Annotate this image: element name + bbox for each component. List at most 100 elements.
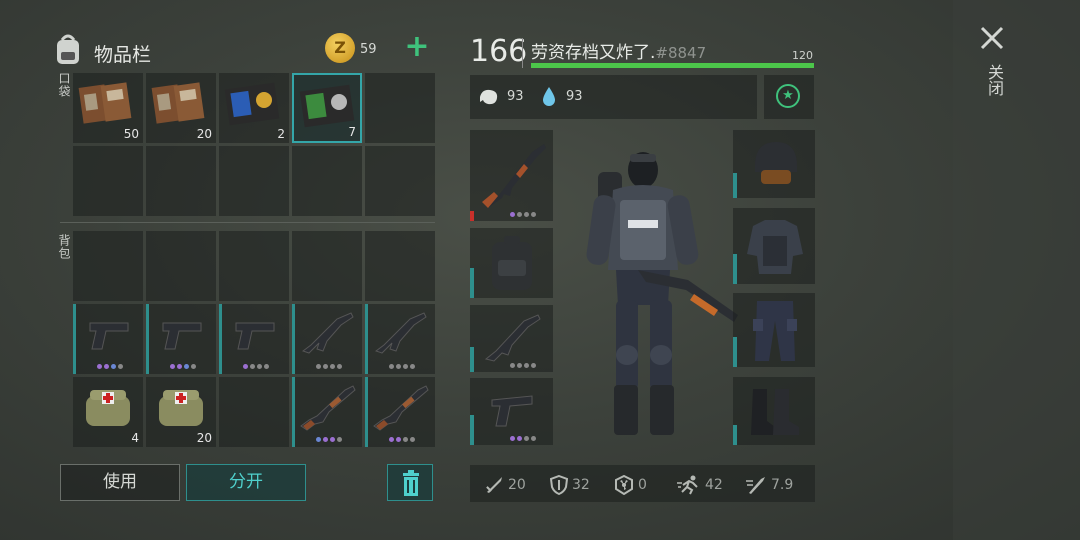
radiation-icon bbox=[615, 475, 633, 495]
medkit-bag-icon bbox=[159, 390, 203, 426]
assault-rifle-icon bbox=[301, 312, 354, 354]
pocket-slot-empty[interactable] bbox=[292, 146, 362, 216]
xp-max: 120 bbox=[792, 49, 813, 62]
coin-icon: Z bbox=[325, 33, 355, 63]
shotgun-icon bbox=[300, 385, 356, 431]
weight-value: 7.9 bbox=[771, 477, 794, 493]
add-coins-button[interactable]: + bbox=[402, 32, 432, 63]
mod-dots bbox=[316, 437, 342, 442]
durability-bar bbox=[470, 211, 474, 221]
backpack-slot-rifle[interactable] bbox=[292, 304, 362, 374]
pistol-icon bbox=[235, 322, 275, 350]
item-count: 50 bbox=[123, 127, 139, 141]
durability-bar bbox=[146, 304, 149, 374]
backpack-gear-icon bbox=[492, 236, 532, 290]
durability-bar bbox=[73, 304, 76, 374]
pocket-slot-empty[interactable] bbox=[365, 146, 435, 216]
pocket-slot-document-2[interactable]: 20 bbox=[146, 73, 216, 143]
weapon-slot-sidearm[interactable] bbox=[470, 378, 553, 445]
mod-dots bbox=[510, 212, 536, 217]
mod-dots bbox=[243, 364, 269, 369]
divider bbox=[60, 222, 435, 223]
trash-icon bbox=[403, 470, 419, 496]
split-button[interactable]: 分开 bbox=[186, 464, 306, 501]
shield-icon bbox=[550, 475, 568, 495]
backpack-slot-empty[interactable] bbox=[365, 231, 435, 301]
mod-dots bbox=[510, 363, 536, 368]
backpack-equip-slot[interactable] bbox=[470, 228, 553, 298]
mod-dots bbox=[510, 436, 536, 441]
backpack-slot-empty[interactable] bbox=[292, 231, 362, 301]
durability-bar bbox=[470, 268, 474, 298]
sword-icon bbox=[486, 477, 502, 493]
helmet-slot[interactable] bbox=[733, 130, 815, 198]
item-count: 4 bbox=[131, 431, 139, 445]
weight-icon bbox=[746, 477, 765, 494]
backpack-slot-shotgun[interactable] bbox=[292, 377, 362, 447]
thirst-value: 93 bbox=[566, 89, 583, 104]
speed-value: 42 bbox=[705, 477, 723, 493]
favorite-button[interactable]: ★ bbox=[764, 75, 814, 119]
mod-dots bbox=[389, 437, 415, 442]
backpack-slot-pistol[interactable] bbox=[146, 304, 216, 374]
body-armor-slot[interactable] bbox=[733, 208, 815, 284]
thirst-icon bbox=[541, 86, 557, 108]
backpack-slot-shotgun[interactable] bbox=[365, 377, 435, 447]
backpack-slot-rifle[interactable] bbox=[365, 304, 435, 374]
weapon-slot-secondary[interactable] bbox=[470, 305, 553, 372]
pants-slot[interactable] bbox=[733, 293, 815, 367]
level-divider bbox=[522, 38, 523, 68]
body-armor-icon bbox=[747, 220, 803, 274]
star-icon: ★ bbox=[776, 84, 800, 108]
weapon-slot-primary[interactable] bbox=[470, 130, 553, 221]
document-folder-icon bbox=[151, 82, 205, 124]
player-level: 166 bbox=[470, 34, 528, 69]
police-badge-wallet-icon bbox=[224, 82, 280, 126]
medkit-bag-icon bbox=[86, 390, 130, 426]
close-button[interactable]: 关闭 bbox=[972, 20, 1012, 120]
split-button-label: 分开 bbox=[229, 472, 263, 492]
player-name: 劳资存档又炸了.#8847 bbox=[531, 38, 706, 63]
backpack-slot-empty[interactable] bbox=[219, 377, 289, 447]
durability-bar bbox=[365, 304, 368, 374]
helmet-icon bbox=[755, 142, 797, 184]
use-button-label: 使用 bbox=[103, 472, 137, 492]
durability-bar bbox=[365, 377, 368, 447]
pocket-slot-badge-blue[interactable]: 2 bbox=[219, 73, 289, 143]
radiation-value: 0 bbox=[638, 477, 647, 493]
boots-slot[interactable] bbox=[733, 377, 815, 445]
defense-stat: 32 bbox=[550, 475, 590, 495]
close-label: 关闭 bbox=[985, 64, 1004, 96]
durability-bar bbox=[733, 173, 737, 198]
use-button[interactable]: 使用 bbox=[60, 464, 180, 501]
pistol-icon bbox=[162, 322, 202, 350]
backpack-slot-empty[interactable] bbox=[219, 231, 289, 301]
mod-dots bbox=[389, 364, 415, 369]
pocket-slot-empty[interactable] bbox=[219, 146, 289, 216]
pants-icon bbox=[753, 301, 797, 361]
speed-stat: 42 bbox=[677, 475, 723, 495]
backpack-slot-pistol[interactable] bbox=[219, 304, 289, 374]
backpack-slot-medkit[interactable]: 20 bbox=[146, 377, 216, 447]
player-name-text: 劳资存档又炸了. bbox=[531, 43, 656, 63]
pocket-slot-empty[interactable] bbox=[73, 146, 143, 216]
trash-button[interactable] bbox=[387, 464, 433, 501]
assault-rifle-icon bbox=[374, 312, 427, 354]
pocket-slot-badge-green[interactable]: 7 bbox=[292, 73, 362, 143]
police-badge-wallet-icon bbox=[299, 84, 355, 128]
pistol-icon bbox=[89, 322, 129, 350]
player-tag: #8847 bbox=[655, 44, 707, 62]
backpack-slot-empty[interactable] bbox=[146, 231, 216, 301]
ak-rifle-icon bbox=[482, 144, 546, 208]
pocket-slot-empty[interactable] bbox=[146, 146, 216, 216]
backpack-slot-pistol[interactable] bbox=[73, 304, 143, 374]
attack-stat: 20 bbox=[484, 475, 526, 495]
durability-bar bbox=[470, 415, 474, 445]
pocket-slot-empty[interactable] bbox=[365, 73, 435, 143]
pocket-slot-document-1[interactable]: 50 bbox=[73, 73, 143, 143]
weight-stat: 7.9 bbox=[745, 475, 793, 495]
backpack-slot-empty[interactable] bbox=[73, 231, 143, 301]
backpack-slot-medkit[interactable]: 4 bbox=[73, 377, 143, 447]
durability-bar bbox=[292, 377, 295, 447]
durability-bar bbox=[733, 254, 737, 284]
